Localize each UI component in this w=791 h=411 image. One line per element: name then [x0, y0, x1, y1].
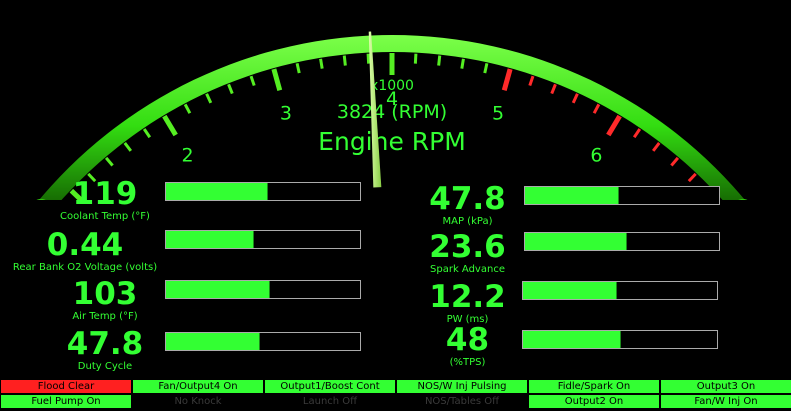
coolant-bar-fill	[166, 183, 268, 200]
indicator-row2-1: No Knock	[133, 395, 263, 408]
duty-bar-fill	[166, 333, 261, 350]
map-bar-fill	[525, 187, 620, 204]
tach-minor-tick	[142, 128, 152, 139]
airtemp-value: 103	[72, 276, 138, 312]
tach-minor-tick	[460, 58, 465, 69]
tach-minor-tick	[205, 93, 213, 104]
tach-minor-tick	[632, 128, 642, 139]
tps-readout: 48 (%TPS)	[400, 323, 535, 369]
indicator-row2-5: Fan/W Inj On	[661, 395, 791, 408]
map-label: MAP (kPa)	[442, 216, 493, 227]
tach-minor-tick	[319, 58, 324, 69]
coolant-value: 119	[72, 176, 138, 212]
duty-bar	[165, 332, 361, 351]
coolant-label: Coolant Temp (°F)	[60, 211, 150, 222]
tach-minor-tick	[437, 55, 442, 66]
o2-readout: 0.44 Rear Bank O2 Voltage (volts)	[5, 228, 165, 274]
tach-minor-tick	[528, 75, 535, 87]
o2-value: 0.44	[46, 227, 124, 263]
coolant-readout: 119 Coolant Temp (°F)	[40, 177, 170, 223]
o2-bar	[165, 230, 361, 249]
indicator-row2-2: Launch Off	[265, 395, 395, 408]
pw-bar-fill	[523, 282, 618, 299]
tach-minor-tick	[550, 83, 557, 95]
pw-bar	[522, 281, 718, 300]
coolant-bar	[165, 182, 361, 201]
indicator-row1-3: NOS/W Inj Pulsing	[397, 380, 527, 393]
spark-readout: 23.6 Spark Advance	[400, 230, 535, 276]
tach-minor-tick	[670, 156, 680, 167]
indicator-row1-0: Flood Clear	[1, 380, 131, 393]
pw-readout: 12.2 PW (ms)	[400, 280, 535, 326]
tach-title: Engine RPM	[318, 127, 466, 156]
map-bar	[524, 186, 720, 205]
spark-bar	[524, 232, 720, 251]
duty-value: 47.8	[66, 326, 144, 362]
tach-minor-tick	[227, 83, 234, 95]
indicator-row2-4: Output2 On	[529, 395, 659, 408]
tach-minor-tick	[249, 75, 256, 87]
tach-minor-tick	[104, 156, 114, 167]
o2-label: Rear Bank O2 Voltage (volts)	[12, 262, 158, 273]
tach-minor-tick	[123, 142, 133, 152]
tach-tick-label: 3	[280, 102, 292, 124]
tachometer-gauge: 012345678 x1000 3824 (RPM) Engine RPM	[36, 31, 748, 200]
tach-tick-label: 2	[181, 145, 193, 167]
pw-value: 12.2	[429, 279, 506, 315]
duty-readout: 47.8 Duty Cycle	[40, 327, 170, 373]
tps-label: (%TPS)	[449, 357, 486, 368]
spark-bar-fill	[525, 233, 627, 250]
tach-minor-tick	[571, 93, 579, 104]
tach-multiplier: x1000	[370, 78, 414, 94]
tach-tick-label: 6	[590, 145, 602, 167]
tach-minor-tick	[483, 62, 489, 74]
airtemp-bar-fill	[166, 281, 270, 298]
tps-value: 48	[445, 322, 490, 358]
indicator-row1-5: Output3 On	[661, 380, 791, 393]
spark-value: 23.6	[429, 229, 506, 265]
tach-major-tick	[162, 114, 178, 137]
tach-major-tick	[271, 68, 283, 91]
indicator-row1-4: Fidle/Spark On	[529, 380, 659, 393]
tps-bar	[522, 330, 718, 349]
tach-minor-tick	[687, 172, 697, 183]
tach-minor-tick	[651, 142, 661, 152]
airtemp-readout: 103 Air Temp (°F)	[40, 277, 170, 323]
indicator-row2-3: NOS/Tables Off	[397, 395, 527, 408]
tach-readout: 3824 (RPM)	[337, 101, 447, 123]
tach-major-tick	[606, 114, 622, 137]
tach-minor-tick	[183, 103, 192, 114]
tach-minor-tick	[592, 103, 601, 114]
airtemp-bar	[165, 280, 361, 299]
tach-minor-tick	[366, 53, 371, 64]
tach-major-tick	[501, 68, 513, 91]
airtemp-label: Air Temp (°F)	[72, 311, 138, 322]
indicator-row1-2: Output1/Boost Cont	[265, 380, 395, 393]
o2-bar-fill	[166, 231, 255, 248]
map-readout: 47.8 MAP (kPa)	[400, 182, 535, 228]
tps-bar-fill	[523, 331, 621, 348]
map-value: 47.8	[429, 181, 506, 217]
duty-label: Duty Cycle	[77, 361, 133, 372]
tach-tick-label: 5	[492, 102, 504, 124]
spark-label: Spark Advance	[430, 264, 505, 275]
tach-minor-tick	[413, 53, 418, 64]
tach-minor-tick	[295, 62, 301, 74]
tach-minor-tick	[342, 55, 347, 66]
indicator-row1-1: Fan/Output4 On	[133, 380, 263, 393]
indicator-row2-0: Fuel Pump On	[1, 395, 131, 408]
